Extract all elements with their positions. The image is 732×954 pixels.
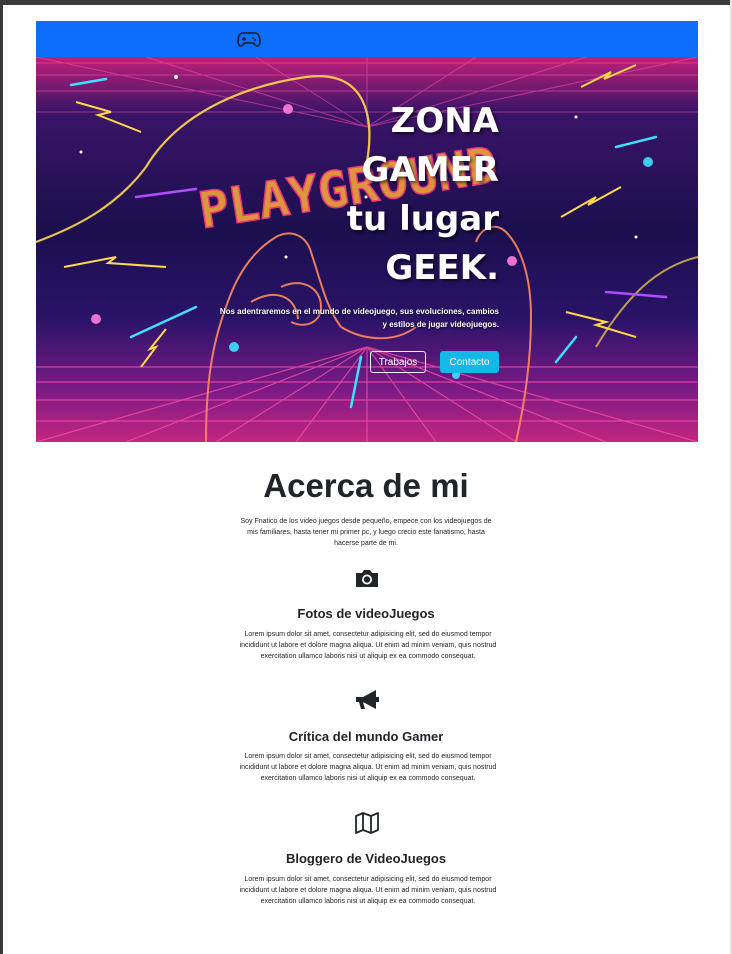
hero-banner: PLAYGROUND ZONA GAMER tu lugar GEEK. Nos… — [36, 57, 698, 442]
feature-title: Crítica del mundo Gamer — [288, 729, 444, 744]
feature-text: Lorem ipsum dolor sit amet, consectetur … — [239, 631, 497, 660]
about-title: Acerca de mi — [263, 467, 469, 504]
trabajos-button[interactable]: Trabajos — [370, 351, 426, 373]
map-icon — [355, 812, 379, 834]
hero-title-line: GEEK. — [385, 248, 499, 288]
feature-text: Lorem ipsum dolor sit amet, consectetur … — [239, 876, 497, 905]
feature-title: Bloggero de VideoJuegos — [285, 851, 447, 866]
feature-title: Fotos de videoJuegos — [297, 606, 435, 621]
camera-icon — [356, 570, 378, 587]
megaphone-icon — [356, 690, 379, 709]
hero-title: ZONA GAMER tu lugar GEEK. — [179, 97, 499, 293]
hero-description: Nos adentraremos en el mundo de videojue… — [219, 307, 499, 329]
gamepad-icon[interactable] — [237, 29, 261, 49]
navbar — [36, 21, 698, 57]
hero-title-line: tu lugar — [346, 199, 499, 239]
contacto-button[interactable]: Contacto — [440, 351, 499, 373]
hero-title-line: ZONA — [390, 101, 499, 141]
feature-text: Lorem ipsum dolor sit amet, consectetur … — [239, 753, 497, 782]
about-text: Soy Fnatico de los video juegos desde pe… — [240, 518, 492, 547]
hero-title-line: GAMER — [361, 150, 499, 190]
window-top-border — [0, 0, 732, 5]
